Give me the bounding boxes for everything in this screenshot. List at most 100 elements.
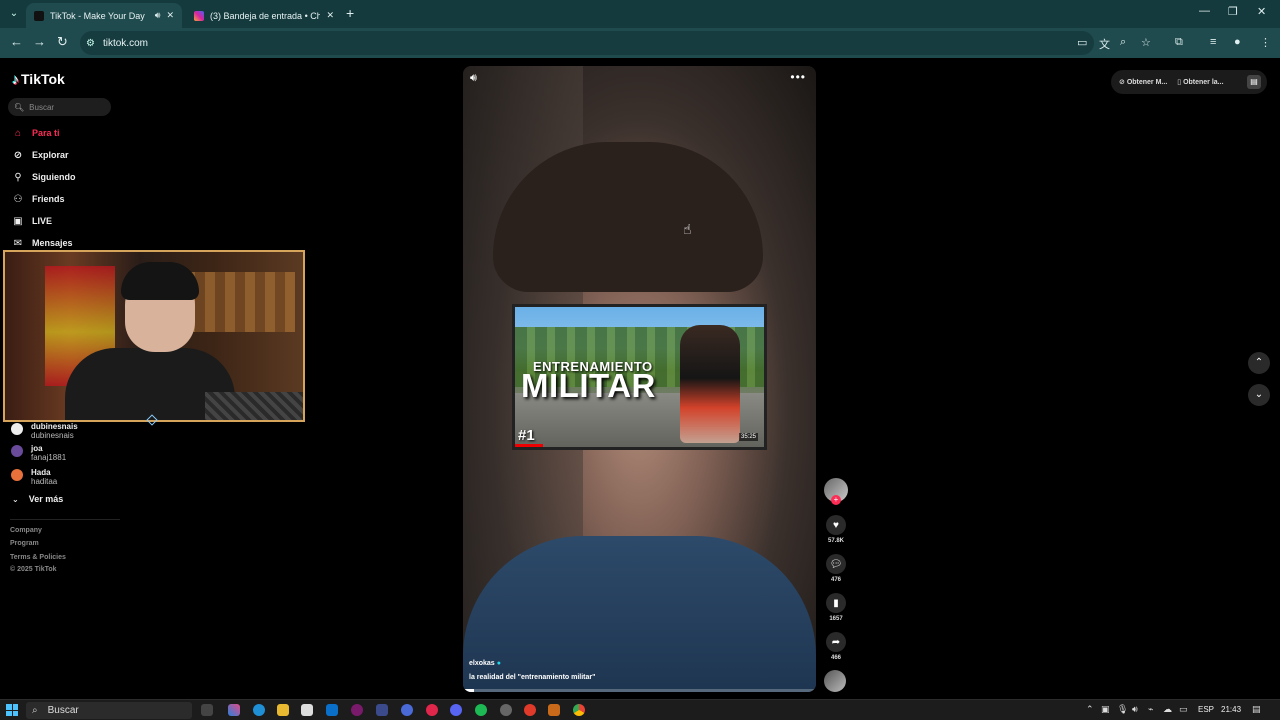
tiktok-logo[interactable]: ♪ TikTok [12,71,65,87]
notifications-icon[interactable]: ▤ [1252,704,1261,715]
minimize-icon[interactable]: — [1199,5,1210,17]
tab-list-chevron-icon[interactable]: ⌄ [6,6,22,22]
more-options-icon[interactable]: ••• [790,70,806,84]
video-author[interactable]: elxokas ● [469,660,501,667]
following-account-2[interactable]: joa fanaj1881 [11,444,66,462]
back-icon[interactable]: ← [10,34,23,49]
edge-icon[interactable] [253,704,265,716]
taskbar-search[interactable]: ⌕ Buscar [26,702,192,719]
footer-link-terms[interactable]: Terms & Policies [10,554,66,561]
spotify-icon[interactable] [475,704,487,716]
new-tab-icon[interactable]: + [346,5,354,21]
taskbar-search-label: Buscar [47,705,79,716]
sidebar-item-label: Explorar [32,150,69,160]
follow-plus-icon[interactable]: + [831,495,841,505]
video-progress-bar[interactable] [463,689,816,692]
app-icon-4[interactable] [426,704,438,716]
sidebar-item-explorar[interactable]: ⊘ Explorar [12,148,69,162]
chrome-icon[interactable] [573,704,585,716]
footer-link-program[interactable]: Program [10,540,39,547]
volume-tray-icon[interactable]: 🔊︎ [1132,704,1138,715]
sidebar-item-mensajes[interactable]: ✉︎ Mensajes [12,236,73,250]
heart-icon: ♥ [826,515,846,535]
sound-disc-avatar[interactable] [824,670,846,692]
browser-tab-bar: ⌄ TikTok - Make Your Day 🔊︎ ✕ (3) Bandej… [0,0,1280,28]
site-info-icon[interactable]: ⚙︎ [86,38,95,49]
app-icon-7[interactable] [548,704,560,716]
comment-icon: 💬︎ [826,554,846,574]
app-icon-2[interactable] [376,704,388,716]
clock-time[interactable]: 21:43 [1221,705,1241,714]
app-icon-1[interactable] [351,704,363,716]
sidebar-item-live[interactable]: ▣ LIVE [12,214,52,228]
comment-button[interactable]: 💬︎ 476 [826,554,846,583]
tiktok-page: ♪ TikTok 🔍︎ Buscar ⌂ Para ti ⊘ Explorar … [0,58,1280,699]
ver-mas-button[interactable]: ⌄ Ver más [12,494,63,504]
get-app-button-2[interactable]: ▯ Obtener la... [1177,78,1223,86]
previous-video-button[interactable]: ⌃ [1248,352,1270,374]
next-video-button[interactable]: ⌄ [1248,384,1270,406]
microphone-icon[interactable]: 🎙︎ [1117,704,1128,715]
forward-icon[interactable]: → [33,34,46,49]
tab-instagram[interactable]: (3) Bandeja de entrada • Chats ✕ [186,3,342,28]
copilot-icon[interactable] [228,704,240,716]
close-tab-icon[interactable]: ✕ [326,10,334,21]
messages-icon: ✉︎ [13,237,23,249]
profile-avatar-icon[interactable]: ● [1234,36,1241,48]
creator-avatar[interactable]: + [824,478,848,505]
chevron-down-icon: ⌄ [12,494,19,504]
like-button[interactable]: ♥ 57.8K [826,515,846,544]
get-app-label-1: Obtener M... [1126,79,1168,86]
thumbnail-progress [515,444,543,447]
save-button[interactable]: ▮ 1657 [826,593,846,622]
sidebar-item-para-ti[interactable]: ⌂ Para ti [12,126,60,140]
restore-icon[interactable]: ❐ [1228,5,1238,18]
following-account-3[interactable]: Hada haditaa [11,468,57,486]
url-text: tiktok.com [102,37,148,49]
account-name: joa [31,444,43,453]
translate-icon[interactable]: 文 [1099,36,1110,52]
sidebar-item-label: Para ti [32,128,60,138]
language-indicator[interactable]: ESP [1198,705,1214,714]
windows-start-icon[interactable] [6,704,18,716]
cast-icon[interactable]: ▭ [1077,36,1087,49]
outlook-icon[interactable] [326,704,338,716]
menu-kebab-icon[interactable]: ⋮ [1260,36,1271,49]
media-control-icon[interactable]: ≡ [1210,36,1216,48]
address-bar[interactable]: ⚙︎ tiktok.com [80,31,1094,55]
sidebar-item-friends[interactable]: ⚇ Friends [12,192,65,206]
get-app-button-1[interactable]: ⊘ Obtener M... [1119,78,1167,86]
store-icon[interactable] [301,704,313,716]
tray-overflow-icon[interactable]: ⌃ [1086,704,1094,715]
tray-app-icon[interactable]: ▣ [1101,704,1110,715]
speaker-icon[interactable]: 🔊︎ [155,10,161,21]
onedrive-icon[interactable]: ☁︎ [1163,704,1172,715]
search-input[interactable]: 🔍︎ Buscar [8,98,111,116]
close-tab-icon[interactable]: ✕ [166,10,174,21]
following-account-1[interactable]: dubinesnais dubinesnais [11,422,78,440]
network-icon[interactable]: ⌁ [1148,704,1153,715]
footer-link-company[interactable]: Company [10,527,42,534]
account-handle: fanaj1881 [31,453,67,462]
app-icon-5[interactable] [500,704,512,716]
battery-icon[interactable]: ▭ [1179,704,1188,715]
task-view-icon[interactable] [201,704,213,716]
reload-icon[interactable]: ↻ [57,34,68,50]
tab-tiktok[interactable]: TikTok - Make Your Day 🔊︎ ✕ [26,3,182,28]
discord-icon[interactable] [450,704,462,716]
volume-icon[interactable]: 🔊︎ [470,72,477,85]
sidebar-item-label: Friends [32,194,65,204]
sidebar-item-siguiendo[interactable]: ⚲ Siguiendo [12,170,75,184]
inbox-icon[interactable]: ▤ [1247,75,1261,89]
file-explorer-icon[interactable] [277,704,289,716]
following-icon: ⚲ [14,171,22,183]
app-icon-3[interactable] [401,704,413,716]
share-button[interactable]: ➦ 466 [826,632,846,661]
close-window-icon[interactable]: ✕ [1257,5,1266,18]
extensions-icon[interactable]: ⧉ [1175,36,1183,49]
video-player[interactable]: 🔊︎ ••• ENTRENAMIENTO MILITAR #1 35:25 ☝︎… [463,66,816,692]
bookmark-star-icon[interactable]: ☆ [1141,36,1151,49]
zoom-icon[interactable]: ⌕ [1120,36,1126,49]
logo-text: TikTok [21,71,65,87]
app-icon-6[interactable] [524,704,536,716]
